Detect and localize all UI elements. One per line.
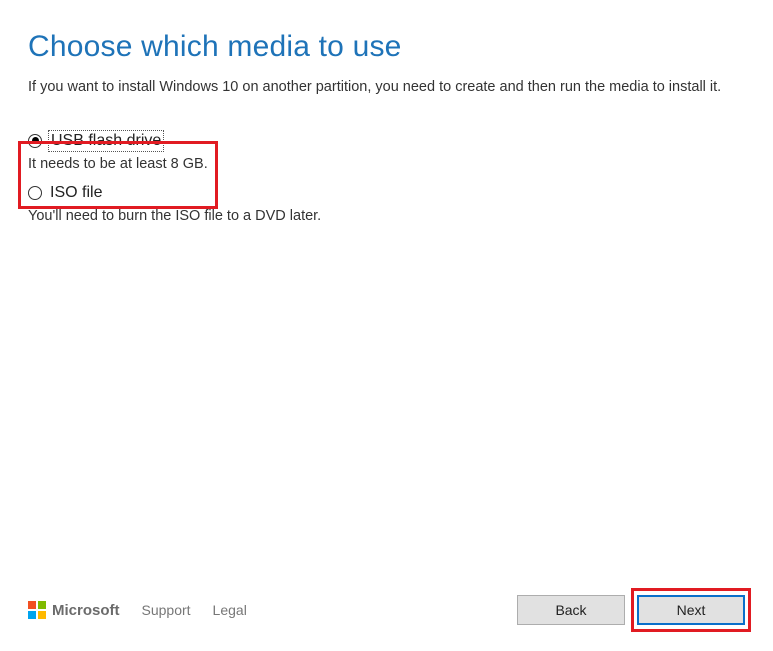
- page-subtitle: If you want to install Windows 10 on ano…: [28, 78, 745, 98]
- option-usb[interactable]: USB flash drive It needs to be at least …: [28, 132, 745, 172]
- radio-selected-icon[interactable]: [28, 134, 42, 148]
- support-link[interactable]: Support: [142, 602, 191, 618]
- option-iso[interactable]: ISO file You'll need to burn the ISO fil…: [28, 184, 745, 224]
- page-title: Choose which media to use: [28, 30, 745, 64]
- option-usb-description: It needs to be at least 8 GB.: [28, 156, 745, 172]
- microsoft-logo-icon: [28, 601, 46, 619]
- option-iso-label: ISO file: [50, 184, 102, 202]
- radio-unselected-icon[interactable]: [28, 186, 42, 200]
- legal-link[interactable]: Legal: [213, 602, 247, 618]
- option-iso-description: You'll need to burn the ISO file to a DV…: [28, 208, 745, 224]
- microsoft-brand-text: Microsoft: [52, 602, 120, 619]
- next-button[interactable]: Next: [637, 595, 745, 625]
- option-usb-label: USB flash drive: [50, 132, 162, 150]
- microsoft-logo: Microsoft: [28, 601, 120, 619]
- back-button[interactable]: Back: [517, 595, 625, 625]
